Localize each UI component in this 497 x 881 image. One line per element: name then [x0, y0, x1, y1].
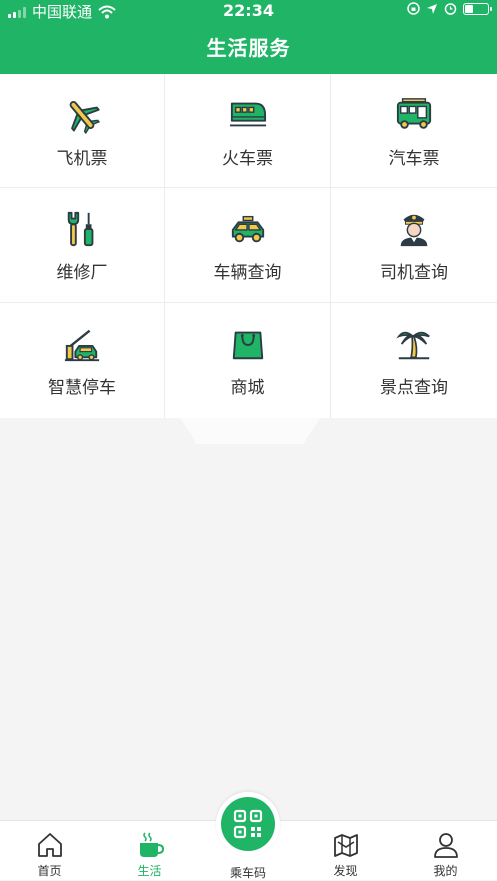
- airplane-icon: [69, 101, 101, 134]
- repair-tools-icon: [67, 211, 94, 247]
- service-scenic-query[interactable]: 景点查询: [331, 303, 497, 418]
- app-header: 中国联通 22:34 生活服务: [0, 0, 497, 74]
- qr-code-icon: [233, 809, 263, 839]
- shopping-bag-icon: [232, 331, 263, 360]
- tab-discover[interactable]: 发现: [296, 821, 395, 881]
- service-train-ticket[interactable]: 火车票: [165, 74, 331, 188]
- status-bar: 中国联通 22:34: [0, 0, 497, 21]
- service-label: 维修厂: [56, 263, 108, 283]
- service-smart-parking[interactable]: 智慧停车: [0, 303, 165, 418]
- ride-code-circle: [221, 797, 275, 851]
- location-icon: [427, 3, 437, 14]
- tab-life[interactable]: 生活: [100, 821, 199, 881]
- battery-icon: [463, 2, 492, 15]
- palm-tree-icon: [396, 331, 430, 360]
- service-bus-ticket[interactable]: 汽车票: [331, 74, 497, 188]
- service-mall[interactable]: 商城: [165, 303, 331, 418]
- tab-mine[interactable]: 我的: [396, 821, 495, 881]
- parking-gate-icon: [64, 329, 100, 362]
- service-label: 司机查询: [380, 263, 448, 283]
- service-label: 智慧停车: [48, 378, 116, 398]
- user-icon: [433, 833, 458, 858]
- grid-bottom-notch: [180, 418, 320, 444]
- rotation-lock-icon: [407, 2, 420, 15]
- service-label: 商城: [230, 378, 265, 398]
- ride-code-button[interactable]: [216, 792, 280, 856]
- tab-label: 生活: [137, 864, 162, 878]
- tab-label: 发现: [333, 864, 358, 878]
- service-label: 车辆查询: [213, 263, 282, 283]
- ride-code-label: 乘车码: [229, 866, 266, 880]
- service-label: 景点查询: [380, 378, 448, 398]
- tab-label: 我的: [433, 864, 458, 878]
- service-label: 飞机票: [56, 149, 108, 169]
- car-icon: [231, 215, 264, 243]
- home-icon: [37, 833, 62, 857]
- tab-home[interactable]: 首页: [0, 821, 99, 881]
- service-repair-shop[interactable]: 维修厂: [0, 188, 165, 303]
- driver-icon: [400, 214, 428, 247]
- service-flight-ticket[interactable]: 飞机票: [0, 74, 165, 188]
- coffee-cup-icon: [139, 832, 164, 857]
- service-label: 汽车票: [388, 149, 440, 169]
- service-driver-query[interactable]: 司机查询: [331, 188, 497, 303]
- service-grid: 飞机票 火车票 汽车票 维修厂 车辆查询 司机查询 智慧停车 商城 景点查询: [0, 74, 497, 418]
- page-title: 生活服务: [206, 36, 291, 60]
- map-icon: [333, 834, 358, 857]
- service-vehicle-query[interactable]: 车辆查询: [165, 188, 331, 303]
- alarm-icon: [444, 3, 457, 15]
- train-icon: [229, 102, 266, 127]
- tab-label: 首页: [37, 864, 62, 878]
- bus-icon: [396, 98, 432, 129]
- service-label: 火车票: [222, 149, 273, 169]
